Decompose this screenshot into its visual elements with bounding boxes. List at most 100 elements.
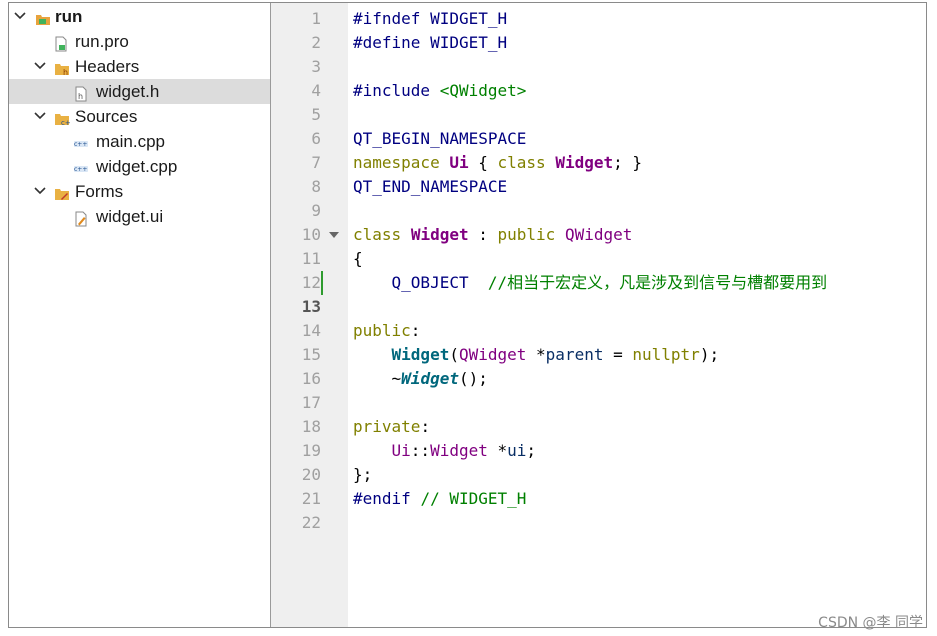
line-number: 12 xyxy=(301,273,321,292)
chevron-down-icon[interactable] xyxy=(13,4,27,29)
code-token: * xyxy=(487,441,508,460)
tree-item-label: run.pro xyxy=(75,32,129,51)
tree-item-run-pro[interactable]: run.pro xyxy=(9,29,270,54)
code-line: QT_BEGIN_NAMESPACE xyxy=(353,127,526,151)
code-line: }; xyxy=(353,463,372,487)
tree-item-sources[interactable]: c+ Sources xyxy=(9,104,270,129)
code-token: }; xyxy=(353,465,373,484)
line-number: 20 xyxy=(301,465,321,484)
line-number: 5 xyxy=(311,105,321,124)
code-token: Widget xyxy=(430,441,488,460)
tree-item-label: widget.ui xyxy=(96,207,164,226)
qt-project-icon xyxy=(35,9,51,25)
code-token: = xyxy=(603,345,633,364)
tree-item-label: main.cpp xyxy=(96,132,165,151)
code-token: class xyxy=(497,153,546,172)
code-line: Q_OBJECT //相当于宏定义，凡是涉及到信号与槽都要用到 xyxy=(353,271,828,295)
code-line: #endif // WIDGET_H xyxy=(353,487,526,511)
code-token: private xyxy=(353,417,421,436)
code-token: namespace xyxy=(353,153,440,172)
line-number: 9 xyxy=(311,201,321,220)
ide-window: run run.pro h Headers h widget.h c+ Sour… xyxy=(8,2,927,628)
code-token: QT_END_NAMESPACE xyxy=(353,177,508,196)
code-line: { xyxy=(353,247,363,271)
line-number: 7 xyxy=(311,153,321,172)
code-line: #define WIDGET_H xyxy=(353,31,507,55)
code-token: ); xyxy=(699,345,720,364)
line-number: 15 xyxy=(301,345,321,364)
code-token: ; xyxy=(526,441,537,460)
code-token: { xyxy=(353,249,363,268)
fold-arrow-icon[interactable] xyxy=(329,223,339,247)
code-token: ~ xyxy=(353,369,402,388)
forms-folder-icon xyxy=(54,184,70,200)
line-number-gutter: 1 2 3 4 5 6 7 8 9 10 11 12 13 14 15 16 1… xyxy=(271,3,348,627)
tree-item-run[interactable]: run xyxy=(9,4,270,29)
code-token: QWidget xyxy=(458,345,527,364)
tree-item-widget-h[interactable]: h widget.h xyxy=(9,79,270,104)
line-number: 16 xyxy=(301,369,321,388)
tree-item-label: Forms xyxy=(75,182,124,201)
tree-item-widget-ui[interactable]: widget.ui xyxy=(9,204,270,229)
code-editor[interactable]: #ifndef WIDGET_H #define WIDGET_H #inclu… xyxy=(348,3,926,627)
svg-text:c++: c++ xyxy=(74,166,87,173)
code-comment: //相当于宏定义，凡是涉及到信号与槽都要用到 xyxy=(487,273,828,292)
code-token: Ui xyxy=(391,441,411,460)
code-token: * xyxy=(526,345,546,364)
line-number: 17 xyxy=(301,393,321,412)
code-token: : xyxy=(410,321,421,340)
tree-item-headers[interactable]: h Headers xyxy=(9,54,270,79)
tree-item-main-cpp[interactable]: c++ main.cpp xyxy=(9,129,270,154)
code-token: #endif xyxy=(353,489,411,508)
code-token: <QWidget> xyxy=(439,81,527,100)
code-token: class xyxy=(353,225,402,244)
line-number: 8 xyxy=(311,177,321,196)
tree-item-label: Sources xyxy=(75,107,138,126)
code-token: { xyxy=(468,153,498,172)
tree-item-label: run xyxy=(55,7,83,26)
code-line: class Widget : public QWidget xyxy=(353,223,632,247)
code-token: public xyxy=(497,225,556,244)
svg-text:c+: c+ xyxy=(61,119,70,127)
line-number: 19 xyxy=(301,441,321,460)
code-token: Widget xyxy=(555,153,614,172)
code-line: #ifndef WIDGET_H xyxy=(353,7,507,31)
code-line: public: xyxy=(353,319,420,343)
code-line: QT_END_NAMESPACE xyxy=(353,175,507,199)
code-token: QT_BEGIN_NAMESPACE xyxy=(353,129,527,148)
svg-text:h: h xyxy=(78,92,83,101)
code-token: Ui xyxy=(449,153,469,172)
code-line: ~Widget(); xyxy=(353,367,488,391)
chevron-down-icon[interactable] xyxy=(33,179,47,204)
code-token: :: xyxy=(410,441,431,460)
chevron-down-icon[interactable] xyxy=(33,104,47,129)
tree-item-widget-cpp[interactable]: c++ widget.cpp xyxy=(9,154,270,179)
line-number: 4 xyxy=(311,81,321,100)
code-token: : xyxy=(468,225,498,244)
header-file-icon: h xyxy=(73,84,89,102)
code-token: public xyxy=(353,321,411,340)
line-number: 11 xyxy=(301,249,321,268)
code-line: Ui::Widget *ui; xyxy=(353,439,537,463)
code-token: : xyxy=(420,417,431,436)
current-line-number: 13 xyxy=(301,297,321,316)
code-token: Widget xyxy=(401,369,459,388)
code-token: nullptr xyxy=(632,345,700,364)
chevron-down-icon[interactable] xyxy=(33,54,47,79)
code-token: Q_OBJECT xyxy=(391,273,469,292)
code-token: ( xyxy=(449,345,459,364)
code-token: Widget xyxy=(391,345,450,364)
line-number: 14 xyxy=(301,321,321,340)
header-folder-icon: h xyxy=(54,59,70,77)
code-token: #include xyxy=(353,81,440,100)
tree-item-forms[interactable]: Forms xyxy=(9,179,270,204)
tree-item-label: Headers xyxy=(75,57,140,76)
modified-line-marker xyxy=(321,271,323,295)
code-line: Widget(QWidget *parent = nullptr); xyxy=(353,343,720,367)
